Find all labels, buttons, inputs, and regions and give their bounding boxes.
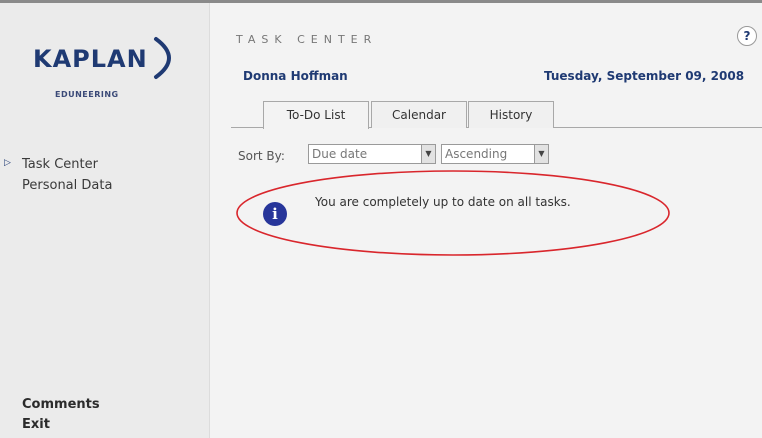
tab-history[interactable]: History xyxy=(468,101,554,128)
main-panel: TASK CENTER ? Donna Hoffman Tuesday, Sep… xyxy=(211,3,762,438)
nav-item-label: Task Center xyxy=(22,157,98,172)
selected-arrow-icon: ▷ xyxy=(4,158,11,168)
exit-link[interactable]: Exit xyxy=(22,417,50,432)
nav-item-personal-data[interactable]: Personal Data xyxy=(22,178,112,193)
logo-arc-icon xyxy=(154,37,171,79)
highlight-ellipse xyxy=(236,170,670,256)
nav-item-task-center[interactable]: ▷ Task Center xyxy=(4,157,98,172)
user-name: Donna Hoffman xyxy=(243,69,348,83)
help-button[interactable]: ? xyxy=(737,26,757,46)
tab-to-do-list[interactable]: To-Do List xyxy=(263,101,369,129)
sort-order-select[interactable]: Ascending ▼ xyxy=(441,144,549,164)
nav-item-label: Personal Data xyxy=(22,178,113,193)
chevron-down-icon[interactable]: ▼ xyxy=(534,145,548,163)
status-message: You are completely up to date on all tas… xyxy=(315,195,571,209)
comments-link[interactable]: Comments xyxy=(22,397,100,412)
kaplan-logo: KAPLAN EDUNEERING xyxy=(30,33,190,113)
section-title: TASK CENTER xyxy=(236,33,378,46)
sort-field-value: Due date xyxy=(312,147,368,161)
sort-field-select[interactable]: Due date ▼ xyxy=(308,144,436,164)
tab-calendar[interactable]: Calendar xyxy=(371,101,467,128)
sort-by-label: Sort By: xyxy=(238,149,285,163)
logo-wordmark: KAPLAN xyxy=(33,45,148,73)
current-date: Tuesday, September 09, 2008 xyxy=(544,69,745,83)
logo-subtext: EDUNEERING xyxy=(55,90,119,99)
sort-order-value: Ascending xyxy=(445,147,508,161)
info-icon: i xyxy=(263,202,287,226)
sidebar: KAPLAN EDUNEERING ▷ Task Center Personal… xyxy=(0,3,210,438)
chevron-down-icon[interactable]: ▼ xyxy=(421,145,435,163)
